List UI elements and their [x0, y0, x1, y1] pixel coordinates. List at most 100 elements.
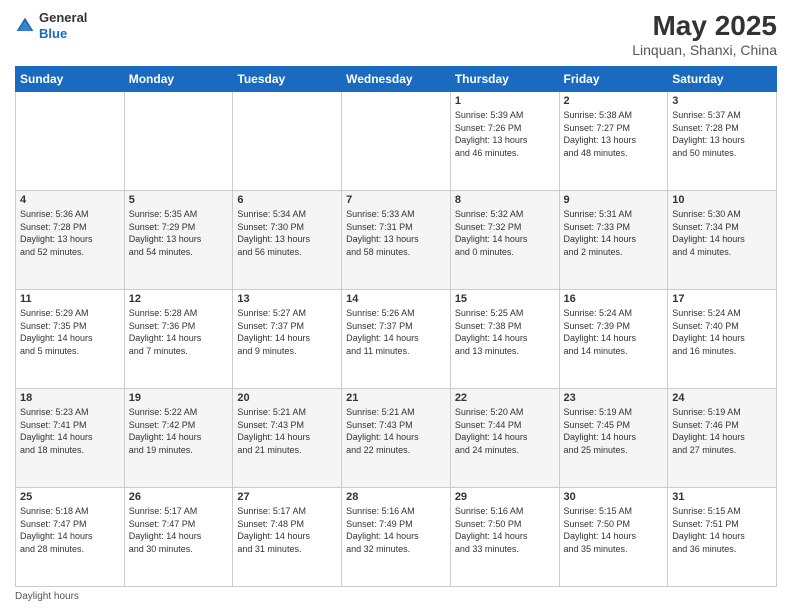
calendar-header-cell: Sunday: [16, 67, 125, 92]
day-info: Sunrise: 5:26 AM Sunset: 7:37 PM Dayligh…: [346, 307, 446, 357]
day-info: Sunrise: 5:29 AM Sunset: 7:35 PM Dayligh…: [20, 307, 120, 357]
day-info: Sunrise: 5:39 AM Sunset: 7:26 PM Dayligh…: [455, 109, 555, 159]
day-info: Sunrise: 5:24 AM Sunset: 7:39 PM Dayligh…: [564, 307, 664, 357]
day-info: Sunrise: 5:25 AM Sunset: 7:38 PM Dayligh…: [455, 307, 555, 357]
calendar-day-cell: 15 Sunrise: 5:25 AM Sunset: 7:38 PM Dayli…: [450, 290, 559, 389]
day-number: 27: [237, 491, 337, 503]
day-number: 24: [672, 392, 772, 404]
day-info: Sunrise: 5:21 AM Sunset: 7:43 PM Dayligh…: [346, 406, 446, 456]
day-info: Sunrise: 5:37 AM Sunset: 7:28 PM Dayligh…: [672, 109, 772, 159]
day-number: 21: [346, 392, 446, 404]
calendar-day-cell: 18 Sunrise: 5:23 AM Sunset: 7:41 PM Dayli…: [16, 389, 125, 488]
calendar-day-cell: 23 Sunrise: 5:19 AM Sunset: 7:45 PM Dayli…: [559, 389, 668, 488]
calendar-day-cell: [342, 92, 451, 191]
day-info: Sunrise: 5:16 AM Sunset: 7:49 PM Dayligh…: [346, 505, 446, 555]
day-info: Sunrise: 5:27 AM Sunset: 7:37 PM Dayligh…: [237, 307, 337, 357]
calendar-day-cell: 31Sunrise: 5:15 AM Sunset: 7:51 PM Dayli…: [668, 488, 777, 587]
logo-text: General Blue: [39, 10, 87, 41]
day-info: Sunrise: 5:22 AM Sunset: 7:42 PM Dayligh…: [129, 406, 229, 456]
calendar-day-cell: 7Sunrise: 5:33 AM Sunset: 7:31 PM Daylig…: [342, 191, 451, 290]
header: General Blue May 2025 Linquan, Shanxi, C…: [15, 10, 777, 58]
day-info: Sunrise: 5:15 AM Sunset: 7:50 PM Dayligh…: [564, 505, 664, 555]
main-title: May 2025: [632, 10, 777, 42]
day-info: Sunrise: 5:28 AM Sunset: 7:36 PM Dayligh…: [129, 307, 229, 357]
calendar-day-cell: 6Sunrise: 5:34 AM Sunset: 7:30 PM Daylig…: [233, 191, 342, 290]
day-number: 14: [346, 293, 446, 305]
day-info: Sunrise: 5:18 AM Sunset: 7:47 PM Dayligh…: [20, 505, 120, 555]
calendar-day-cell: 24Sunrise: 5:19 AM Sunset: 7:46 PM Dayli…: [668, 389, 777, 488]
calendar-day-cell: 2 Sunrise: 5:38 AM Sunset: 7:27 PM Daylig…: [559, 92, 668, 191]
calendar-day-cell: 22 Sunrise: 5:20 AM Sunset: 7:44 PM Dayli…: [450, 389, 559, 488]
day-info: Sunrise: 5:17 AM Sunset: 7:47 PM Dayligh…: [129, 505, 229, 555]
day-number: 29: [455, 491, 555, 503]
day-info: Sunrise: 5:30 AM Sunset: 7:34 PM Dayligh…: [672, 208, 772, 258]
day-info: Sunrise: 5:38 AM Sunset: 7:27 PM Dayligh…: [564, 109, 664, 159]
day-info: Sunrise: 5:34 AM Sunset: 7:30 PM Dayligh…: [237, 208, 337, 258]
day-number: 23: [564, 392, 664, 404]
day-number: 19: [129, 392, 229, 404]
day-info: Sunrise: 5:19 AM Sunset: 7:45 PM Dayligh…: [564, 406, 664, 456]
calendar-day-cell: 5 Sunrise: 5:35 AM Sunset: 7:29 PM Daylig…: [124, 191, 233, 290]
subtitle: Linquan, Shanxi, China: [632, 42, 777, 58]
day-info: Sunrise: 5:20 AM Sunset: 7:44 PM Dayligh…: [455, 406, 555, 456]
calendar-day-cell: 26Sunrise: 5:17 AM Sunset: 7:47 PM Dayli…: [124, 488, 233, 587]
calendar-day-cell: 21 Sunrise: 5:21 AM Sunset: 7:43 PM Dayli…: [342, 389, 451, 488]
calendar-day-cell: 30Sunrise: 5:15 AM Sunset: 7:50 PM Dayli…: [559, 488, 668, 587]
day-number: 8: [455, 194, 555, 206]
calendar-day-cell: 17Sunrise: 5:24 AM Sunset: 7:40 PM Dayli…: [668, 290, 777, 389]
logo-icon: [15, 16, 35, 36]
calendar-day-cell: 1 Sunrise: 5:39 AM Sunset: 7:26 PM Daylig…: [450, 92, 559, 191]
calendar-day-cell: 19 Sunrise: 5:22 AM Sunset: 7:42 PM Dayli…: [124, 389, 233, 488]
calendar-week-row: 11Sunrise: 5:29 AM Sunset: 7:35 PM Dayli…: [16, 290, 777, 389]
day-number: 10: [672, 194, 772, 206]
logo-blue: Blue: [39, 26, 87, 42]
day-number: 7: [346, 194, 446, 206]
day-info: Sunrise: 5:16 AM Sunset: 7:50 PM Dayligh…: [455, 505, 555, 555]
calendar-header-cell: Thursday: [450, 67, 559, 92]
calendar-week-row: 18 Sunrise: 5:23 AM Sunset: 7:41 PM Dayli…: [16, 389, 777, 488]
day-number: 16: [564, 293, 664, 305]
day-info: Sunrise: 5:32 AM Sunset: 7:32 PM Dayligh…: [455, 208, 555, 258]
calendar-header-cell: Tuesday: [233, 67, 342, 92]
day-number: 2: [564, 95, 664, 107]
daylight-label: Daylight hours: [15, 591, 79, 602]
calendar-day-cell: [233, 92, 342, 191]
calendar-day-cell: 25 Sunrise: 5:18 AM Sunset: 7:47 PM Dayli…: [16, 488, 125, 587]
calendar-day-cell: 13 Sunrise: 5:27 AM Sunset: 7:37 PM Dayli…: [233, 290, 342, 389]
day-number: 25: [20, 491, 120, 503]
calendar-day-cell: 27 Sunrise: 5:17 AM Sunset: 7:48 PM Dayli…: [233, 488, 342, 587]
day-number: 22: [455, 392, 555, 404]
footer: Daylight hours: [15, 591, 777, 602]
day-info: Sunrise: 5:36 AM Sunset: 7:28 PM Dayligh…: [20, 208, 120, 258]
calendar-day-cell: 3 Sunrise: 5:37 AM Sunset: 7:28 PM Daylig…: [668, 92, 777, 191]
day-number: 13: [237, 293, 337, 305]
calendar-header-row: SundayMondayTuesdayWednesdayThursdayFrid…: [16, 67, 777, 92]
calendar-table: SundayMondayTuesdayWednesdayThursdayFrid…: [15, 66, 777, 587]
day-number: 28: [346, 491, 446, 503]
calendar-day-cell: 10 Sunrise: 5:30 AM Sunset: 7:34 PM Dayli…: [668, 191, 777, 290]
logo: General Blue: [15, 10, 87, 41]
day-number: 1: [455, 95, 555, 107]
calendar-day-cell: [16, 92, 125, 191]
day-number: 15: [455, 293, 555, 305]
calendar-day-cell: 8 Sunrise: 5:32 AM Sunset: 7:32 PM Daylig…: [450, 191, 559, 290]
day-number: 4: [20, 194, 120, 206]
calendar-week-row: 25 Sunrise: 5:18 AM Sunset: 7:47 PM Dayli…: [16, 488, 777, 587]
day-number: 12: [129, 293, 229, 305]
day-number: 31: [672, 491, 772, 503]
day-info: Sunrise: 5:35 AM Sunset: 7:29 PM Dayligh…: [129, 208, 229, 258]
page: General Blue May 2025 Linquan, Shanxi, C…: [0, 0, 792, 612]
day-number: 3: [672, 95, 772, 107]
calendar-week-row: 4 Sunrise: 5:36 AM Sunset: 7:28 PM Daylig…: [16, 191, 777, 290]
calendar-day-cell: 28 Sunrise: 5:16 AM Sunset: 7:49 PM Dayli…: [342, 488, 451, 587]
day-info: Sunrise: 5:23 AM Sunset: 7:41 PM Dayligh…: [20, 406, 120, 456]
calendar-day-cell: 29 Sunrise: 5:16 AM Sunset: 7:50 PM Dayli…: [450, 488, 559, 587]
day-number: 5: [129, 194, 229, 206]
calendar-header-cell: Monday: [124, 67, 233, 92]
logo-general: General: [39, 10, 87, 26]
calendar-day-cell: 9Sunrise: 5:31 AM Sunset: 7:33 PM Daylig…: [559, 191, 668, 290]
day-info: Sunrise: 5:17 AM Sunset: 7:48 PM Dayligh…: [237, 505, 337, 555]
calendar-day-cell: [124, 92, 233, 191]
calendar-day-cell: 12 Sunrise: 5:28 AM Sunset: 7:36 PM Dayli…: [124, 290, 233, 389]
day-number: 18: [20, 392, 120, 404]
